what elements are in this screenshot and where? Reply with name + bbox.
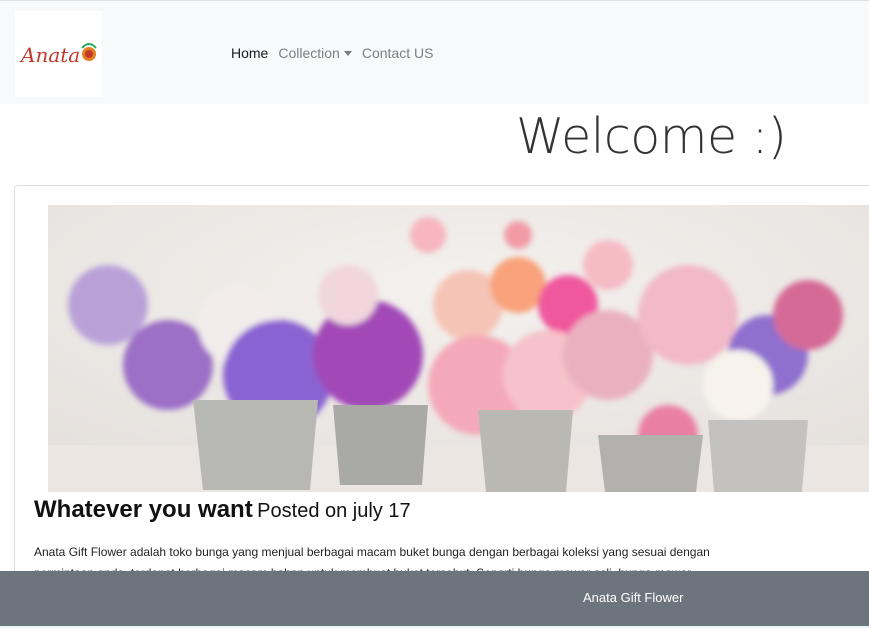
brand-logo[interactable]: Anata — [15, 11, 102, 97]
nav-collection-label: Collection — [278, 45, 340, 61]
post-text-line-1: Anata Gift Flower adalah toko bunga yang… — [34, 545, 710, 559]
nav-collection-dropdown[interactable]: Collection — [278, 45, 352, 61]
footer-text: Anata Gift Flower — [583, 590, 684, 605]
page: Anata Home Collection Contact US Welcome… — [0, 0, 869, 628]
hero-flower-image — [48, 205, 869, 492]
caret-down-icon — [343, 51, 352, 56]
footer: Anata Gift Flower — [0, 571, 869, 626]
post-title-text: Whatever you want — [34, 496, 253, 523]
post-title: Whatever you want Posted on july 17 — [34, 496, 411, 524]
nav-home[interactable]: Home — [231, 45, 268, 61]
navbar: Anata Home Collection Contact US — [0, 0, 869, 104]
anata-logo-icon: Anata — [19, 43, 97, 67]
nav-links: Home Collection Contact US — [231, 45, 443, 61]
welcome-heading: Welcome :) — [516, 108, 787, 165]
nav-contact[interactable]: Contact US — [362, 45, 434, 61]
svg-text:Anata: Anata — [19, 43, 80, 67]
post-date: Posted on july 17 — [257, 500, 411, 522]
